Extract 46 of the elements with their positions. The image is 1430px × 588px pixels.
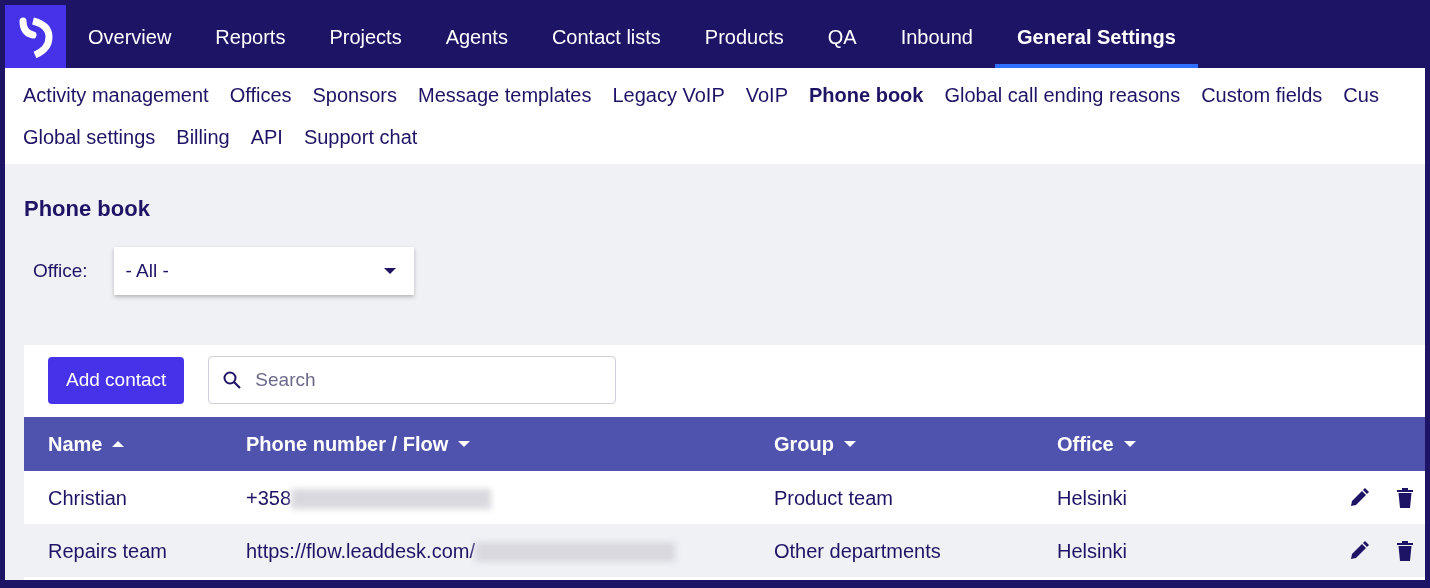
subnav-link[interactable]: Activity management [23,74,220,116]
nav-tab[interactable]: QA [805,5,879,68]
subnav-link[interactable]: Message templates [418,74,603,116]
subnav-link[interactable]: Custom fields [1201,74,1334,116]
table-cell: https://flow.leaddesk.com/ [246,539,475,562]
edit-icon[interactable] [1349,540,1369,561]
subnav-link[interactable]: Phone book [809,74,935,116]
column-header[interactable]: Group [774,429,834,459]
filter-label: Office: [33,258,88,283]
subnav-link[interactable]: Billing [176,116,241,158]
column-header[interactable]: Office [1057,429,1114,459]
page-title: Phone book [24,195,151,223]
trash-icon[interactable] [1397,487,1413,508]
column-header[interactable]: Name [48,429,103,459]
subnav-link[interactable]: API [250,116,294,158]
column-header[interactable]: Phone number / Flow [246,429,449,459]
search-field[interactable]: Search [208,356,617,404]
nav-tab[interactable]: Products [682,5,806,68]
search-icon [223,371,242,389]
subnav-link[interactable]: Sponsors [312,74,408,116]
nav-tab[interactable]: Overview [66,5,194,68]
table-cell: +358 [246,486,292,509]
table-cell: Christian [48,486,127,509]
nav-tab[interactable]: Agents [423,5,530,68]
table-cell: Helsinki [1057,486,1128,509]
subnav-link[interactable]: Legacy VoIP [612,74,736,116]
subnav-link[interactable]: Global call ending reasons [944,74,1192,116]
table-cell: Helsinki [1057,539,1128,562]
subnav-link[interactable]: Support chat [303,116,429,158]
table-cell: Other departments [774,539,941,562]
table-cell: Product team [774,486,893,509]
nav-tab[interactable]: Projects [307,5,424,68]
nav-tab[interactable]: Contact lists [529,5,683,68]
add-contact-button[interactable]: Add contact [48,356,185,404]
trash-icon[interactable] [1397,540,1413,561]
subnav-link[interactable]: Global settings [23,116,167,158]
nav-tab[interactable]: Inbound [878,5,995,68]
edit-icon[interactable] [1349,487,1369,508]
nav-tab[interactable]: Reports [193,5,308,68]
subnav-link[interactable]: Cus [1343,74,1390,116]
subnav-link[interactable]: VoIP [745,74,799,116]
logo-icon[interactable] [5,5,66,68]
caret-icon [383,268,396,274]
office-select[interactable]: - All - [113,247,414,295]
subnav-link[interactable]: Offices [229,74,303,116]
table-cell: Repairs team [48,539,167,562]
